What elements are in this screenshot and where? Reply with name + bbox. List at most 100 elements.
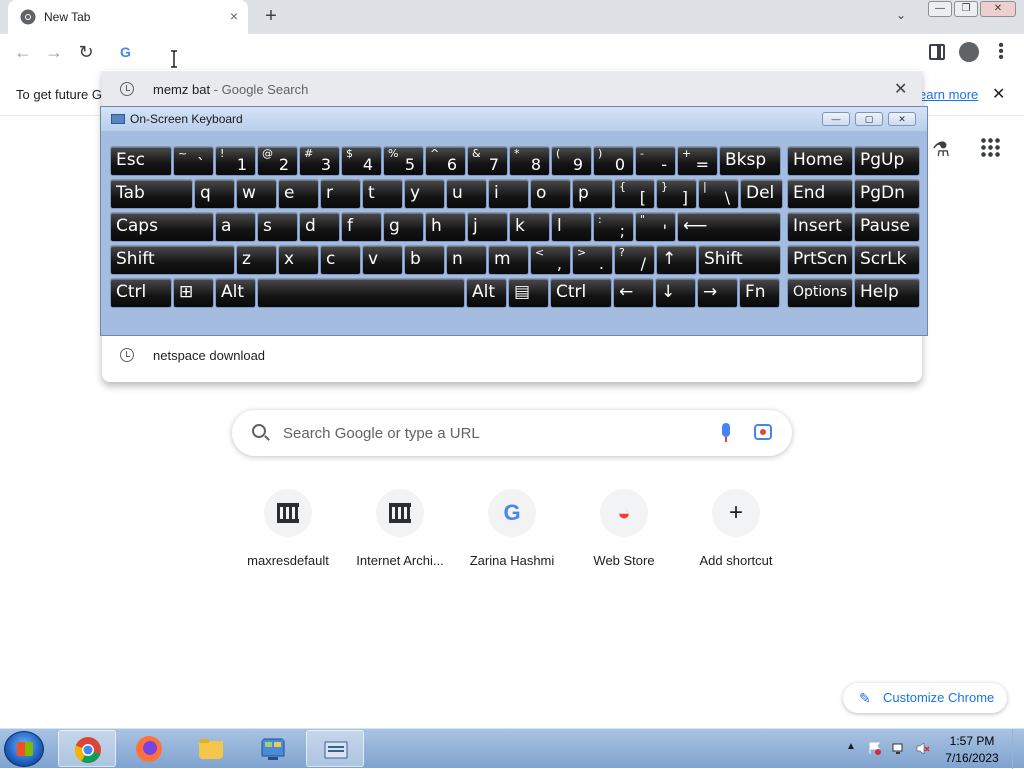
key-k8[interactable]: * 8 xyxy=(509,146,550,176)
key-right[interactable]: → xyxy=(697,278,738,308)
key-w[interactable]: w xyxy=(236,179,277,209)
key-semicolon[interactable]: :; xyxy=(593,212,634,242)
start-button[interactable] xyxy=(4,731,44,767)
volume-muted-icon[interactable] xyxy=(916,742,930,755)
key-k3[interactable]: #3 xyxy=(299,146,340,176)
key-quote[interactable]: " ' xyxy=(635,212,676,242)
key-g[interactable]: g xyxy=(383,212,424,242)
show-hidden-icons-button[interactable]: ▲ xyxy=(846,741,856,752)
key-caps[interactable]: Caps xyxy=(110,212,214,242)
key-t[interactable]: t xyxy=(362,179,403,209)
camera-lens-icon[interactable] xyxy=(754,424,772,440)
taskbar-firefox[interactable] xyxy=(120,730,178,767)
shortcut-tile[interactable]: ◒ Web Store xyxy=(568,489,680,573)
remove-suggestion-button[interactable]: ✕ xyxy=(894,79,907,99)
key-i[interactable]: i xyxy=(488,179,529,209)
key-b[interactable]: b xyxy=(404,245,445,275)
suggestion-row[interactable]: memz bat - Google Search ✕ xyxy=(102,71,922,107)
key-esc[interactable]: Esc xyxy=(110,146,172,176)
taskbar-on-screen-keyboard[interactable] xyxy=(306,730,364,767)
key-minus[interactable]: -- xyxy=(635,146,676,176)
apps-grid-icon[interactable] xyxy=(980,137,1000,157)
key-win[interactable]: ⊞ xyxy=(173,278,214,308)
back-button[interactable]: ← xyxy=(12,42,34,63)
suggestion-row[interactable]: netspace download xyxy=(102,337,922,373)
key-home[interactable]: Home xyxy=(787,146,853,176)
key-k9[interactable]: (9 xyxy=(551,146,592,176)
key-rshift[interactable]: Shift xyxy=(698,245,781,275)
key-pause[interactable]: Pause xyxy=(854,212,920,242)
key-k1[interactable]: ! 1 xyxy=(215,146,256,176)
key-help[interactable]: Help xyxy=(854,278,920,308)
info-bar-close-button[interactable]: ✕ xyxy=(992,84,1005,104)
key-h[interactable]: h xyxy=(425,212,466,242)
learn-more-link[interactable]: earn more xyxy=(919,87,978,102)
key-tilde[interactable]: ~ ` xyxy=(173,146,214,176)
osk-restore-button[interactable]: ▢ xyxy=(855,112,883,126)
key-left[interactable]: ← xyxy=(613,278,654,308)
key-prtscn[interactable]: PrtScn xyxy=(787,245,853,275)
clock-date[interactable]: 7/16/2023 xyxy=(944,751,1000,765)
osk-close-button[interactable]: ✕ xyxy=(888,112,916,126)
key-k0[interactable]: ) 0 xyxy=(593,146,634,176)
key-lshift[interactable]: Shift xyxy=(110,245,235,275)
minimize-button[interactable]: — xyxy=(928,1,952,17)
key-j[interactable]: j xyxy=(467,212,508,242)
key-f[interactable]: f xyxy=(341,212,382,242)
forward-button[interactable]: → xyxy=(43,42,65,63)
key-q[interactable]: q xyxy=(194,179,235,209)
show-desktop-button[interactable] xyxy=(1012,729,1024,769)
close-window-button[interactable]: ✕ xyxy=(980,1,1016,17)
key-slash[interactable]: ? / xyxy=(614,245,655,275)
key-rbracket[interactable]: }] xyxy=(656,179,697,209)
key-lctrl[interactable]: Ctrl xyxy=(110,278,172,308)
key-v[interactable]: v xyxy=(362,245,403,275)
key-a[interactable]: a xyxy=(215,212,256,242)
key-k4[interactable]: $4 xyxy=(341,146,382,176)
key-e[interactable]: e xyxy=(278,179,319,209)
key-fn[interactable]: Fn xyxy=(739,278,780,308)
key-lbracket[interactable]: {[ xyxy=(614,179,655,209)
customize-chrome-button[interactable]: ✎ Customize Chrome xyxy=(843,683,1007,713)
key-ralt[interactable]: Alt xyxy=(466,278,507,308)
osk-title-bar[interactable]: On-Screen Keyboard — ▢ ✕ xyxy=(101,107,927,131)
side-panel-icon[interactable] xyxy=(929,44,945,60)
key-lalt[interactable]: Alt xyxy=(215,278,256,308)
key-k6[interactable]: ^ 6 xyxy=(425,146,466,176)
key-k[interactable]: k xyxy=(509,212,550,242)
key-enter[interactable]: ⟵ xyxy=(677,212,781,242)
network-icon[interactable] xyxy=(892,742,906,755)
key-l[interactable]: l xyxy=(551,212,592,242)
taskbar-chrome[interactable] xyxy=(58,730,116,767)
key-k5[interactable]: % 5 xyxy=(383,146,424,176)
key-menu[interactable]: ▤ xyxy=(508,278,549,308)
key-end[interactable]: End xyxy=(787,179,853,209)
key-rctrl[interactable]: Ctrl xyxy=(550,278,612,308)
clock-time[interactable]: 1:57 PM xyxy=(944,734,1000,748)
taskbar-control-panel[interactable] xyxy=(244,730,302,767)
key-period[interactable]: >. xyxy=(572,245,613,275)
key-comma[interactable]: <, xyxy=(530,245,571,275)
key-n[interactable]: n xyxy=(446,245,487,275)
key-u[interactable]: u xyxy=(446,179,487,209)
key-backslash[interactable]: | \ xyxy=(698,179,739,209)
tab-close-button[interactable]: × xyxy=(230,8,238,24)
tab-new-tab[interactable]: New Tab × xyxy=(8,0,248,34)
microphone-icon[interactable] xyxy=(722,423,730,442)
tab-search-button[interactable]: ⌄ xyxy=(896,8,906,22)
kebab-menu-icon[interactable]: • • • xyxy=(996,38,1006,66)
add-shortcut-tile[interactable]: + Add shortcut xyxy=(680,489,792,573)
omnibox[interactable]: G xyxy=(102,34,922,70)
key-tab[interactable]: Tab xyxy=(110,179,193,209)
shortcut-tile[interactable]: G Zarina Hashmi xyxy=(456,489,568,573)
key-space[interactable] xyxy=(257,278,465,308)
key-equals[interactable]: + = xyxy=(677,146,718,176)
key-insert[interactable]: Insert xyxy=(787,212,853,242)
key-o[interactable]: o xyxy=(530,179,571,209)
key-k2[interactable]: @2 xyxy=(257,146,298,176)
new-tab-button[interactable]: + xyxy=(260,5,282,27)
action-center-flag-icon[interactable] xyxy=(868,742,882,755)
key-m[interactable]: m xyxy=(488,245,529,275)
taskbar-explorer[interactable] xyxy=(182,730,240,767)
shortcut-tile[interactable]: Internet Archi... xyxy=(344,489,456,573)
